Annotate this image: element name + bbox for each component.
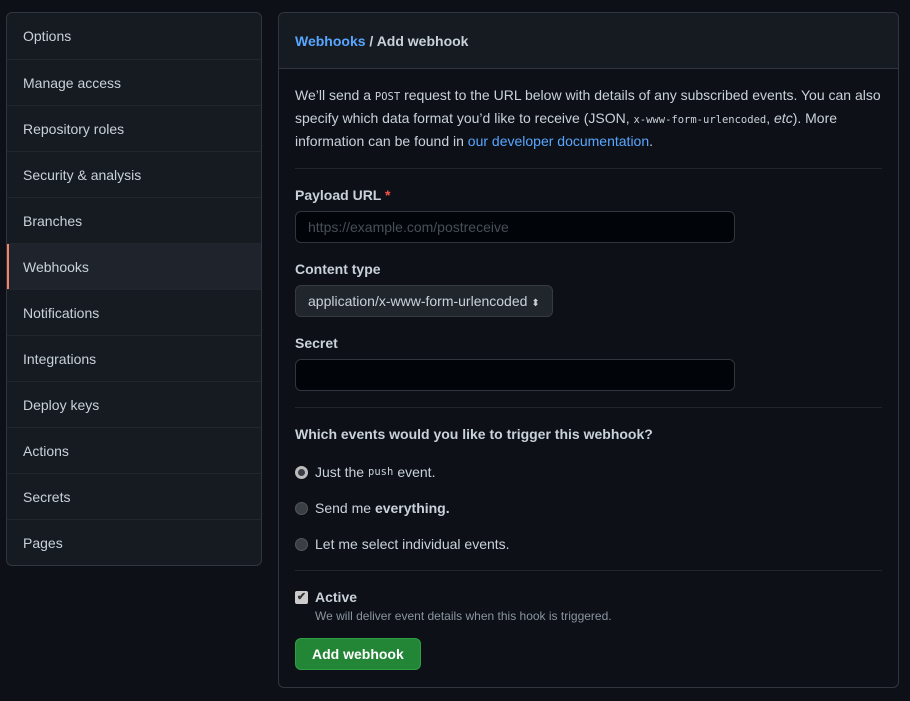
format-code: x-www-form-urlencoded — [633, 114, 767, 126]
payload-url-label: Payload URL * — [295, 187, 882, 203]
divider — [295, 570, 882, 571]
sidebar-item-security-analysis[interactable]: Security & analysis — [7, 151, 261, 197]
post-code: POST — [374, 91, 401, 103]
radio-unchecked-icon[interactable] — [295, 501, 308, 515]
sidebar-item-secrets[interactable]: Secrets — [7, 473, 261, 519]
webhook-form-panel: Webhooks / Add webhook We’ll send a POST… — [278, 12, 899, 688]
page-title: Add webhook — [376, 33, 469, 49]
divider — [295, 407, 882, 408]
radio-individual-events[interactable]: Let me select individual events. — [295, 526, 882, 562]
events-question: Which events would you like to trigger t… — [295, 426, 653, 442]
radio-label: Let me select individual events. — [315, 536, 510, 552]
sidebar-item-repository-roles[interactable]: Repository roles — [7, 105, 261, 151]
active-label: Active — [315, 589, 358, 605]
secret-input[interactable] — [295, 359, 735, 391]
settings-sidebar: Options Manage access Repository roles S… — [6, 12, 262, 566]
content-type-select[interactable]: application/x-www-form-urlencoded ⬍ — [295, 285, 553, 317]
payload-url-label-text: Payload URL — [295, 187, 382, 203]
select-arrows-icon: ⬍ — [531, 298, 540, 309]
add-webhook-button[interactable]: Add webhook — [295, 638, 421, 670]
radio-everything[interactable]: Send me everything. — [295, 490, 882, 526]
breadcrumb-separator: / — [365, 33, 377, 49]
sidebar-item-branches[interactable]: Branches — [7, 197, 261, 243]
sidebar-item-manage-access[interactable]: Manage access — [7, 59, 261, 105]
sidebar-item-integrations[interactable]: Integrations — [7, 335, 261, 381]
sidebar-item-options[interactable]: Options — [7, 13, 261, 59]
breadcrumb: Webhooks / Add webhook — [279, 13, 898, 69]
content-type-label: Content type — [295, 261, 381, 277]
intro-text: We’ll send a POST request to the URL bel… — [295, 69, 882, 169]
content-type-value: application/x-www-form-urlencoded — [308, 293, 528, 309]
radio-label: event. — [397, 464, 436, 480]
sidebar-item-webhooks[interactable]: Webhooks — [7, 243, 261, 289]
radio-unchecked-icon[interactable] — [295, 537, 308, 551]
sidebar-item-actions[interactable]: Actions — [7, 427, 261, 473]
breadcrumb-webhooks-link[interactable]: Webhooks — [295, 33, 366, 49]
payload-url-input[interactable] — [295, 211, 735, 243]
sidebar-item-deploy-keys[interactable]: Deploy keys — [7, 381, 261, 427]
sidebar-item-pages[interactable]: Pages — [7, 519, 261, 565]
intro-text-part: We’ll send a — [295, 87, 375, 103]
etc-text: etc — [774, 110, 793, 126]
required-marker: * — [385, 187, 391, 203]
radio-label: Send me — [315, 500, 372, 516]
push-code: push — [368, 466, 394, 478]
secret-label: Secret — [295, 335, 338, 351]
intro-text-part: . — [649, 133, 654, 149]
active-note: We will deliver event details when this … — [315, 609, 612, 623]
intro-text-part: , — [766, 110, 775, 126]
sidebar-item-notifications[interactable]: Notifications — [7, 289, 261, 335]
active-checkbox[interactable]: ✔ Active — [295, 589, 882, 605]
radio-label: Just the — [315, 464, 365, 480]
radio-push-event[interactable]: Just the push event. — [295, 454, 882, 490]
developer-docs-link[interactable]: our developer documentation — [468, 133, 649, 149]
checkbox-checked-icon[interactable]: ✔ — [295, 590, 308, 604]
radio-label-bold: everything. — [374, 500, 450, 516]
radio-checked-icon[interactable] — [295, 465, 308, 479]
